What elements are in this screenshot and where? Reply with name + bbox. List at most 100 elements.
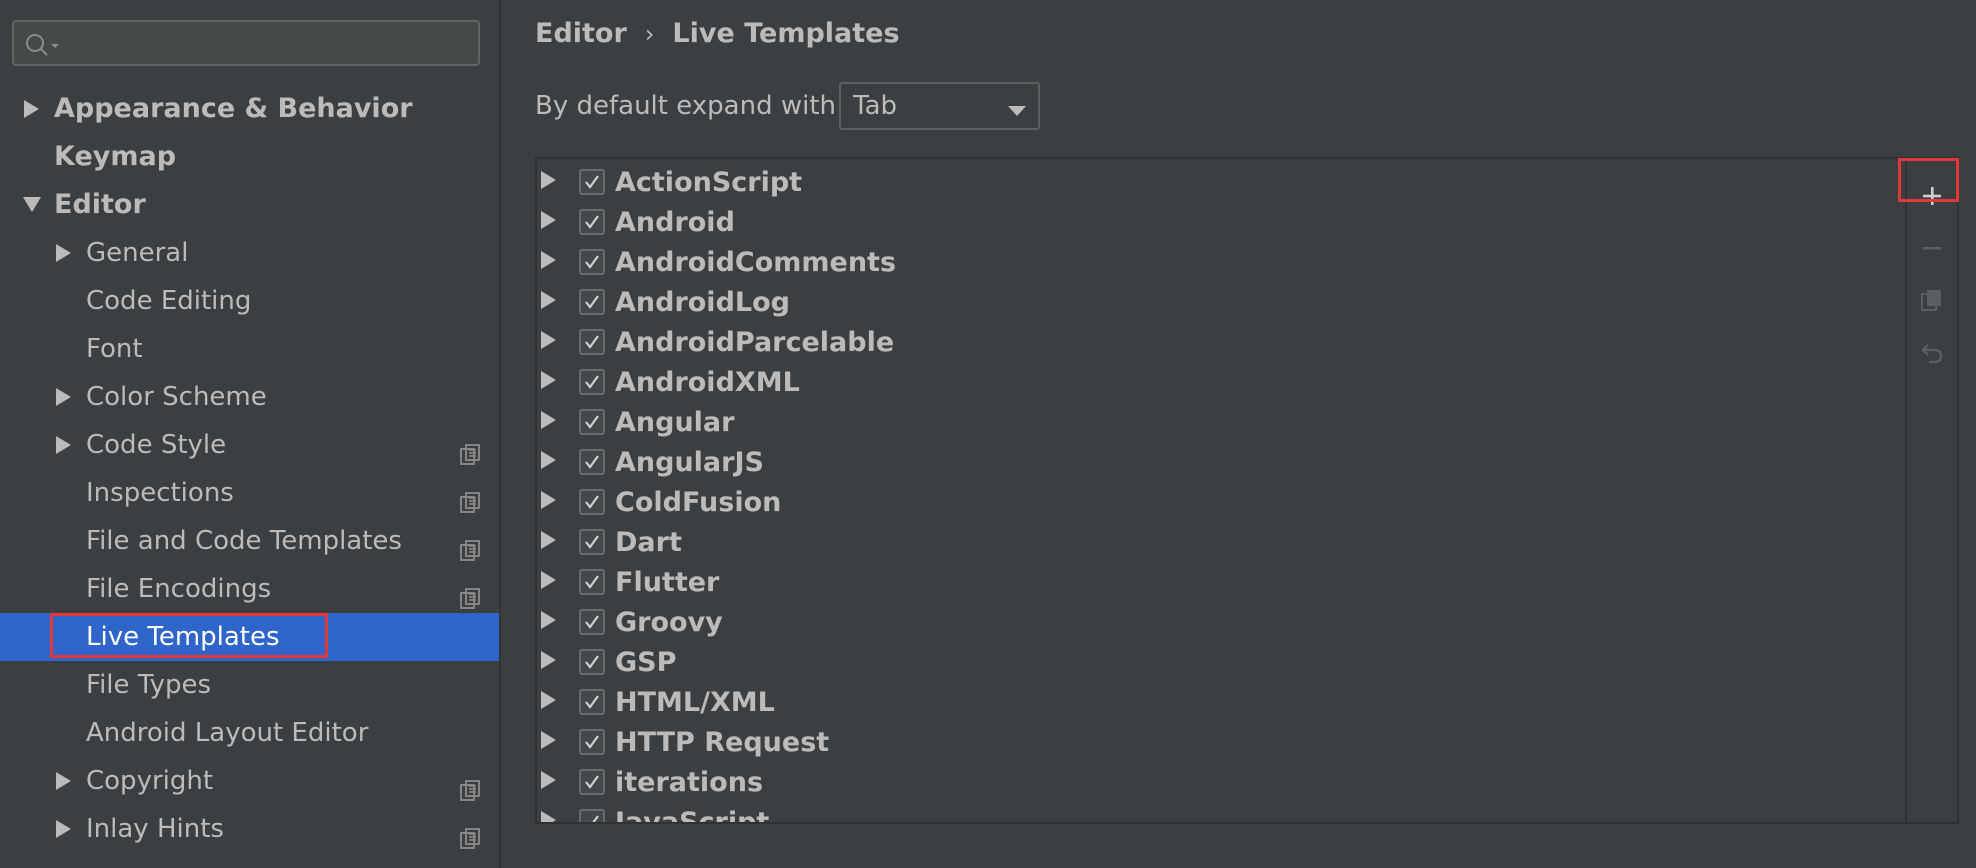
search-field[interactable] [12,20,480,66]
group-checkbox[interactable] [579,729,605,755]
breadcrumb-separator: › [644,20,655,48]
chevron-down-icon [1008,101,1026,116]
template-group-name: Flutter [615,567,720,598]
template-group-row[interactable]: HTTP Request [537,723,1909,763]
template-group-name: Android [615,207,735,238]
remove-button[interactable] [1913,231,1951,269]
project-scheme-icon [460,434,482,465]
template-group-name: JavaScript [615,803,769,822]
chevron-right-icon[interactable] [541,211,565,235]
chevron-right-icon[interactable] [20,85,44,133]
copy-button[interactable] [1913,283,1951,321]
template-group-row[interactable]: JavaScript [537,803,1909,822]
group-checkbox[interactable] [579,249,605,275]
sidebar-item[interactable]: File Encodings [0,565,499,613]
chevron-right-icon[interactable] [52,421,76,469]
chevron-right-icon[interactable] [541,731,565,755]
group-checkbox[interactable] [579,489,605,515]
sidebar-item-label: Appearance & Behavior [54,93,413,124]
template-group-row[interactable]: AngularJS [537,443,1909,483]
template-group-row[interactable]: Dart [537,523,1909,563]
chevron-right-icon[interactable] [541,291,565,315]
main-panel: Editor › Live Templates By default expand … [501,0,1976,868]
template-group-row[interactable]: Android [537,203,1909,243]
templates-list[interactable]: ActionScript Android AndroidComments Androi… [537,159,1909,822]
template-group-row[interactable]: ActionScript [537,163,1909,203]
expand-with-select[interactable]: Tab [839,82,1040,130]
chevron-right-icon[interactable] [52,805,76,853]
chevron-right-icon[interactable] [541,691,565,715]
templates-toolbar [1905,159,1957,822]
sidebar-item-label: Keymap [54,141,177,172]
chevron-right-icon[interactable] [541,611,565,635]
group-checkbox[interactable] [579,409,605,435]
template-group-row[interactable]: Flutter [537,563,1909,603]
group-checkbox[interactable] [579,529,605,555]
chevron-right-icon[interactable] [541,451,565,475]
template-group-row[interactable]: ColdFusion [537,483,1909,523]
sidebar-item[interactable]: Font [0,325,499,373]
sidebar-item[interactable]: Keymap [0,133,499,181]
group-checkbox[interactable] [579,169,605,195]
chevron-right-icon[interactable] [541,531,565,555]
chevron-right-icon[interactable] [541,651,565,675]
template-group-name: GSP [615,647,677,678]
sidebar-item[interactable]: Editor [0,181,499,229]
chevron-right-icon[interactable] [541,571,565,595]
group-checkbox[interactable] [579,649,605,675]
chevron-right-icon[interactable] [52,757,76,805]
search-input[interactable] [66,26,470,62]
add-button-highlight [1898,158,1959,202]
remove-icon [1921,237,1943,263]
sidebar-item[interactable]: Code Editing [0,277,499,325]
chevron-right-icon[interactable] [541,251,565,275]
sidebar-item[interactable]: Appearance & Behavior [0,85,499,133]
template-group-row[interactable]: AndroidParcelable [537,323,1909,363]
breadcrumb-parent[interactable]: Editor [535,18,627,49]
template-group-row[interactable]: AndroidComments [537,243,1909,283]
chevron-right-icon[interactable] [541,171,565,195]
group-checkbox[interactable] [579,289,605,315]
template-group-row[interactable]: HTML/XML [537,683,1909,723]
restore-button[interactable] [1913,335,1951,373]
chevron-right-icon[interactable] [541,411,565,435]
sidebar-item[interactable]: File Types [0,661,499,709]
chevron-right-icon[interactable] [541,771,565,795]
chevron-right-icon[interactable] [541,371,565,395]
template-group-name: AndroidXML [615,367,800,398]
sidebar-item[interactable]: Inspections [0,469,499,517]
chevron-right-icon[interactable] [541,331,565,355]
sidebar-item[interactable]: Color Scheme [0,373,499,421]
template-group-row[interactable]: Angular [537,403,1909,443]
group-checkbox[interactable] [579,769,605,795]
sidebar-item[interactable]: General [0,229,499,277]
group-checkbox[interactable] [579,329,605,355]
sidebar-item[interactable]: File and Code Templates [0,517,499,565]
group-checkbox[interactable] [579,609,605,635]
template-group-row[interactable]: AndroidLog [537,283,1909,323]
template-group-name: Angular [615,407,735,438]
sidebar-item[interactable]: Copyright [0,757,499,805]
template-group-row[interactable]: Groovy [537,603,1909,643]
chevron-right-icon[interactable] [52,373,76,421]
group-checkbox[interactable] [579,689,605,715]
template-group-row[interactable]: iterations [537,763,1909,803]
chevron-right-icon[interactable] [541,491,565,515]
sidebar-item[interactable]: Android Layout Editor [0,709,499,757]
chevron-right-icon[interactable] [541,811,565,822]
template-group-row[interactable]: AndroidXML [537,363,1909,403]
group-checkbox[interactable] [579,449,605,475]
sidebar-item-label: Code Editing [86,286,252,316]
project-scheme-icon [460,482,482,513]
group-checkbox[interactable] [579,569,605,595]
search-icon[interactable] [24,32,64,58]
template-group-row[interactable]: GSP [537,643,1909,683]
group-checkbox[interactable] [579,209,605,235]
group-checkbox[interactable] [579,369,605,395]
sidebar-item[interactable]: Inlay Hints [0,805,499,853]
chevron-right-icon[interactable] [52,229,76,277]
group-checkbox[interactable] [579,809,605,822]
sidebar-item[interactable]: Code Style [0,421,499,469]
project-scheme-icon [460,818,482,849]
chevron-down-icon[interactable] [20,181,44,229]
